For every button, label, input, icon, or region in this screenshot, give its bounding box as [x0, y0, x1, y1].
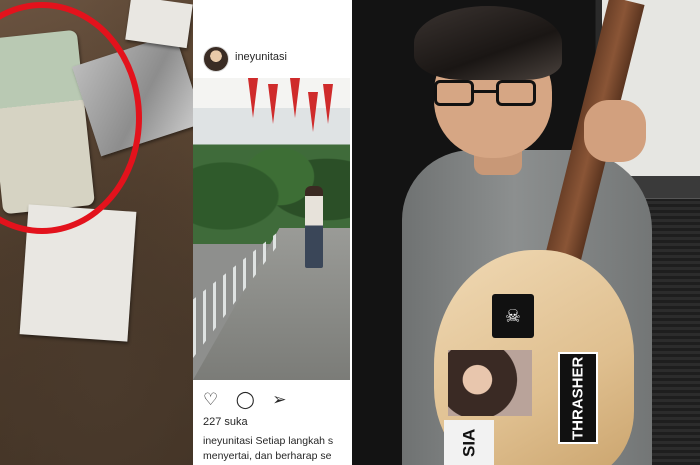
- post-image: [193, 78, 350, 380]
- post-header: ineyunitasi: [193, 40, 350, 76]
- caption-line-1: Setiap langkah s: [255, 435, 334, 447]
- hand: [584, 100, 646, 162]
- caption-line-2: menyertai, dan berharap se: [203, 450, 332, 462]
- skull-sticker: ☠: [492, 294, 534, 338]
- sia-sticker: SIA: [444, 420, 494, 465]
- send-icon[interactable]: ➢: [272, 390, 286, 410]
- avatar[interactable]: [203, 46, 229, 72]
- flag: [248, 78, 258, 118]
- caption-username[interactable]: ineyunitasi: [203, 435, 253, 447]
- heart-icon[interactable]: ♡: [203, 390, 218, 410]
- flag: [290, 78, 300, 118]
- like-count[interactable]: 227 suka: [203, 416, 248, 428]
- instagram-post: ineyunitasi ♡ ◯ ➢ 227 suka ineyunitasi S…: [193, 0, 350, 465]
- thrasher-sticker: THRASHER: [558, 352, 598, 444]
- photo-sticker: [448, 350, 532, 416]
- glasses: [434, 80, 536, 108]
- man-with-bass-photo: ☠ THRASHER SIA: [352, 0, 700, 465]
- highlight-circle: [0, 2, 142, 234]
- walking-person: [305, 186, 323, 268]
- action-bar: ♡ ◯ ➢: [203, 390, 299, 410]
- comment-icon[interactable]: ◯: [236, 390, 255, 410]
- username[interactable]: ineyunitasi: [235, 51, 287, 63]
- hair: [414, 6, 562, 80]
- post-caption: ineyunitasi Setiap langkah s menyertai, …: [203, 434, 350, 464]
- torn-paper-top: [125, 0, 193, 49]
